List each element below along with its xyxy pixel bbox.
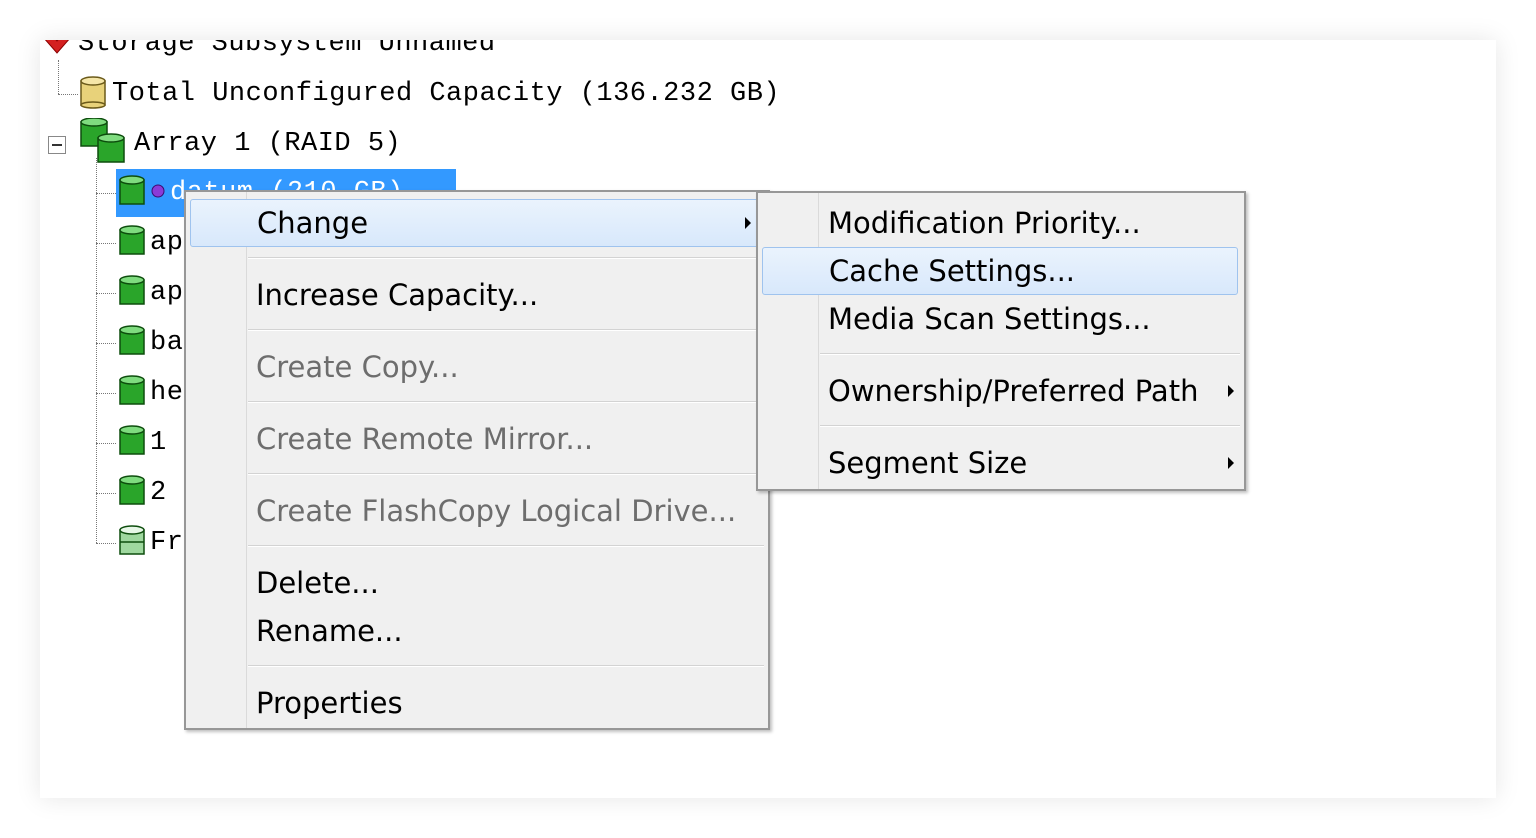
logical-drive-icon [118,274,146,312]
logical-drive-label: 2 [150,478,167,508]
tree-line [96,543,116,544]
logical-drive-icon [118,324,146,362]
storage-manager-window: Storage Subsystem Unnamed Total Unconfig… [40,40,1496,798]
menu-separator [248,545,764,547]
menu-item-rename[interactable]: Rename... [186,607,768,655]
tree-line [58,94,78,95]
tree-node-logical-drive[interactable]: ba [118,321,183,365]
menu-item-segment-size[interactable]: Segment Size [758,439,1244,487]
tree-node-logical-drive[interactable]: ap [118,271,183,315]
logical-drive-icon [118,224,146,262]
menu-item-media-scan-settings[interactable]: Media Scan Settings... [758,295,1244,343]
unconfigured-capacity-icon [78,75,108,114]
menu-item-increase-capacity-label: Increase Capacity... [256,278,539,312]
menu-item-properties[interactable]: Properties [186,679,768,727]
menu-item-cache-settings[interactable]: Cache Settings... [762,247,1238,295]
logical-drive-label: 1 [150,428,167,458]
menu-item-create-copy-label: Create Copy... [256,350,459,384]
tree-node-logical-drive[interactable]: he [118,371,183,415]
tree-node-logical-drive[interactable]: 1 [118,421,167,465]
logical-drive-label: ba [150,328,184,358]
status-dot-icon [150,183,166,204]
array-label: Array 1 (RAID 5) [134,129,402,159]
menu-item-create-flashcopy[interactable]: Create FlashCopy Logical Drive... [186,487,768,535]
tree-line [96,443,116,444]
subsystem-error-icon [40,40,74,62]
storage-subsystem-label: Storage Subsystem Unnamed [78,40,496,59]
array-icon [78,116,130,171]
tree-line [96,293,116,294]
submenu-arrow-icon [1228,457,1234,469]
menu-separator [248,257,764,259]
tree-node-logical-drive[interactable]: ap [118,221,183,265]
change-submenu: Modification Priority... Cache Settings.… [756,191,1246,491]
menu-item-modification-priority[interactable]: Modification Priority... [758,199,1244,247]
menu-item-create-remote-mirror[interactable]: Create Remote Mirror... [186,415,768,463]
free-capacity-label: Fr [150,528,184,558]
menu-item-change-label: Change [257,206,369,240]
menu-item-change[interactable]: Change [190,199,762,247]
menu-separator [248,329,764,331]
menu-item-create-remote-mirror-label: Create Remote Mirror... [256,422,594,456]
logical-drive-label: ap [150,228,184,258]
menu-item-media-scan-settings-label: Media Scan Settings... [828,302,1151,336]
tree-line [96,393,116,394]
tree-line [96,243,116,244]
menu-item-modification-priority-label: Modification Priority... [828,206,1141,240]
menu-item-cache-settings-label: Cache Settings... [829,254,1076,288]
menu-item-segment-size-label: Segment Size [828,446,1028,480]
menu-item-ownership-path[interactable]: Ownership/Preferred Path [758,367,1244,415]
submenu-arrow-icon [745,217,751,229]
menu-item-ownership-path-label: Ownership/Preferred Path [828,374,1199,408]
tree-line [96,493,116,494]
logical-drive-icon [118,474,146,512]
menu-separator [248,401,764,403]
menu-separator [820,353,1240,355]
menu-item-delete[interactable]: Delete... [186,559,768,607]
unconfigured-capacity-label: Total Unconfigured Capacity (136.232 GB) [112,79,781,109]
menu-item-delete-label: Delete... [256,566,379,600]
menu-item-increase-capacity[interactable]: Increase Capacity... [186,271,768,319]
menu-item-create-copy[interactable]: Create Copy... [186,343,768,391]
menu-item-rename-label: Rename... [256,614,403,648]
tree-node-array-1[interactable]: Array 1 (RAID 5) [78,116,402,166]
menu-separator [248,473,764,475]
tree-line [96,343,116,344]
tree-node-storage-subsystem[interactable]: Storage Subsystem Unnamed [40,40,496,66]
logical-drive-icon [118,374,146,412]
menu-item-properties-label: Properties [256,686,403,720]
logical-drive-icon [118,424,146,462]
menu-item-create-flashcopy-label: Create FlashCopy Logical Drive... [256,494,737,528]
context-menu: Change Increase Capacity... Create Copy.… [184,190,770,730]
tree-node-free-capacity[interactable]: Fr [118,521,183,565]
submenu-arrow-icon [1228,385,1234,397]
logical-drive-icon [118,174,146,212]
tree-node-logical-drive[interactable]: 2 [118,471,167,515]
logical-drive-label: ap [150,278,184,308]
collapse-array-toggle[interactable] [48,136,66,154]
menu-separator [820,425,1240,427]
tree-line [96,193,116,194]
tree-node-unconfigured[interactable]: Total Unconfigured Capacity (136.232 GB) [78,72,780,116]
logical-drive-label: he [150,378,184,408]
menu-separator [248,665,764,667]
free-capacity-icon [118,524,146,562]
tree-line [96,158,97,543]
